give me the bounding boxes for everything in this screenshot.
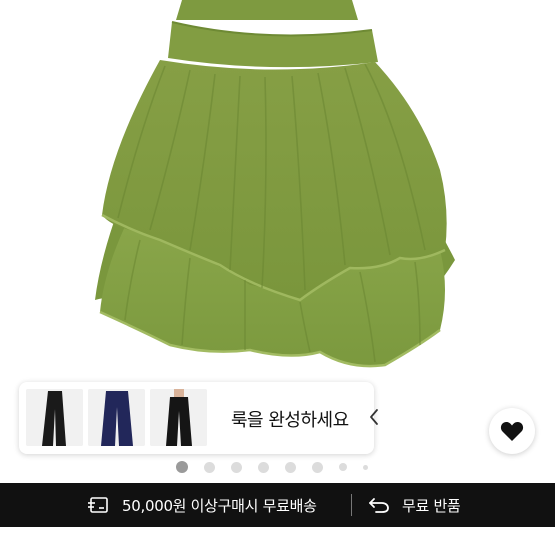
carousel-dot[interactable] bbox=[312, 461, 323, 473]
like-button[interactable] bbox=[489, 408, 535, 454]
shipping-box-icon bbox=[88, 497, 108, 513]
navy-pants-image bbox=[88, 389, 145, 446]
slit-pants-image bbox=[150, 389, 207, 446]
shipping-info-bar: 50,000원 이상구매시 무료배송 무료 반품 bbox=[0, 483, 555, 527]
carousel-dot[interactable] bbox=[285, 461, 296, 473]
complete-the-look-label: 룩을 완성하세요 bbox=[231, 410, 349, 431]
look-thumb-black-pants[interactable] bbox=[26, 389, 83, 446]
carousel-dot[interactable] bbox=[339, 463, 347, 471]
look-thumb-navy-pants[interactable] bbox=[88, 389, 145, 446]
free-shipping-info: 50,000원 이상구매시 무료배송 bbox=[88, 483, 317, 527]
free-return-text: 무료 반품 bbox=[402, 496, 461, 515]
black-pants-image bbox=[26, 389, 83, 446]
free-shipping-text: 50,000원 이상구매시 무료배송 bbox=[122, 496, 317, 515]
look-thumb-slit-pants[interactable] bbox=[150, 389, 207, 446]
carousel-dot-active[interactable] bbox=[176, 461, 188, 473]
return-arrow-icon bbox=[369, 498, 389, 513]
carousel-dot[interactable] bbox=[231, 461, 242, 473]
free-return-info: 무료 반품 bbox=[368, 483, 461, 527]
shipping-divider bbox=[351, 494, 352, 516]
carousel-dot[interactable] bbox=[363, 464, 368, 470]
chevron-left-icon[interactable] bbox=[367, 407, 381, 427]
carousel-pagination bbox=[176, 460, 384, 474]
carousel-dot[interactable] bbox=[204, 461, 215, 473]
carousel-dot[interactable] bbox=[258, 461, 269, 473]
complete-the-look-strip[interactable]: 룩을 완성하세요 bbox=[19, 382, 378, 454]
heart-icon bbox=[500, 421, 524, 441]
